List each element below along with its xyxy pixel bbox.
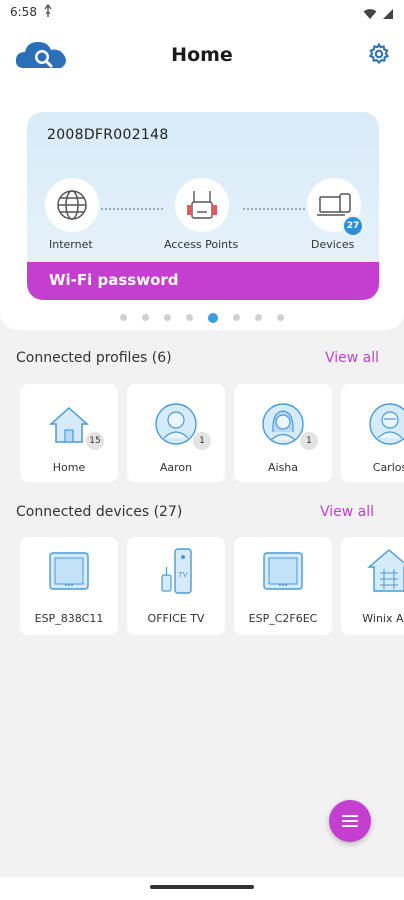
- page-dot[interactable]: [255, 314, 263, 321]
- page-title: Home: [171, 44, 233, 66]
- home-indicator[interactable]: [150, 885, 254, 889]
- page-dot[interactable]: [277, 314, 285, 321]
- tv-icon: TV: [161, 548, 192, 594]
- profile-name: Aisha: [267, 461, 299, 474]
- device-card[interactable]: Winix AirP: [341, 537, 404, 635]
- device-name: OFFICE TV: [147, 612, 205, 625]
- system-nav-bar: [0, 877, 404, 900]
- device-card[interactable]: ESP_C2F6EC: [234, 537, 332, 635]
- router-icon: [187, 191, 217, 219]
- house-icon: [49, 406, 89, 443]
- devices-view-all-link[interactable]: View all: [320, 504, 374, 520]
- wifi-signal-icon: [363, 9, 377, 19]
- page-dot[interactable]: [119, 314, 127, 321]
- person-icon: [155, 403, 197, 445]
- person-icon: [262, 403, 304, 445]
- status-bar: 6:58: [0, 0, 404, 26]
- menu-fab-button[interactable]: [329, 800, 371, 842]
- page-dot[interactable]: [141, 314, 149, 321]
- page-dot[interactable]: [233, 314, 241, 321]
- wifi-password-label: Wi-Fi password: [49, 271, 179, 289]
- gear-icon[interactable]: [367, 42, 391, 66]
- device-icon: [49, 552, 89, 590]
- devices-label: Devices: [311, 238, 355, 251]
- globe-icon: [57, 190, 87, 220]
- network-overview: 2008DFR002148 Internet Access Points 27 …: [0, 90, 404, 330]
- router-serial: 2008DFR002148: [47, 127, 169, 143]
- carousel-dots: [0, 307, 404, 326]
- profile-device-count-badge: 1: [193, 432, 211, 450]
- cell-signal-icon: [383, 9, 393, 19]
- app-header: Home: [0, 26, 404, 90]
- device-name: ESP_838C11: [34, 612, 104, 625]
- profile-card-carlos[interactable]: Carlos: [341, 384, 404, 482]
- page-dot[interactable]: [163, 314, 171, 321]
- data-saver-icon: [44, 4, 52, 17]
- profile-name: Aaron: [159, 461, 193, 474]
- page-dot[interactable]: [185, 314, 193, 321]
- device-card[interactable]: TV OFFICE TV: [127, 537, 225, 635]
- profile-name: Carlos: [372, 461, 404, 474]
- internet-label: Internet: [49, 238, 93, 251]
- status-time: 6:58: [10, 5, 37, 19]
- menu-icon: [342, 815, 358, 827]
- link-line: [243, 208, 305, 210]
- profile-card-aisha[interactable]: 1 Aisha: [234, 384, 332, 482]
- profiles-section-title: Connected profiles (6): [16, 350, 172, 366]
- status-right-icons: [363, 5, 394, 24]
- network-card[interactable]: 2008DFR002148 Internet Access Points 27 …: [27, 112, 379, 300]
- link-line: [101, 208, 165, 210]
- profiles-view-all-link[interactable]: View all: [325, 350, 379, 366]
- profile-name: Home: [52, 461, 86, 474]
- access-points-label: Access Points: [164, 238, 239, 251]
- smart-home-icon: [367, 549, 404, 592]
- devices-row: ESP_838C11 TV OFFICE TV ESP_C2F6EC Winix…: [0, 537, 404, 637]
- device-name: ESP_C2F6EC: [248, 612, 318, 625]
- device-icon: [263, 552, 303, 590]
- profiles-row: 15 Home 1 Aaron 1 Aisha Carlos: [0, 384, 404, 484]
- devices-section-title: Connected devices (27): [16, 504, 183, 520]
- profile-device-count-badge: 15: [86, 432, 104, 450]
- internet-node[interactable]: [45, 178, 99, 232]
- page-dot-active[interactable]: [208, 312, 219, 323]
- wifi-password-button[interactable]: Wi-Fi password: [27, 262, 379, 300]
- access-points-node[interactable]: [175, 178, 229, 232]
- svg-text:TV: TV: [177, 571, 187, 579]
- device-card[interactable]: ESP_838C11: [20, 537, 118, 635]
- devices-count-badge: 27: [342, 215, 364, 237]
- profile-card-home[interactable]: 15 Home: [20, 384, 118, 482]
- device-name: Winix AirP: [362, 612, 404, 625]
- person-icon: [369, 403, 404, 445]
- profile-device-count-badge: 1: [300, 432, 318, 450]
- profile-card-aaron[interactable]: 1 Aaron: [127, 384, 225, 482]
